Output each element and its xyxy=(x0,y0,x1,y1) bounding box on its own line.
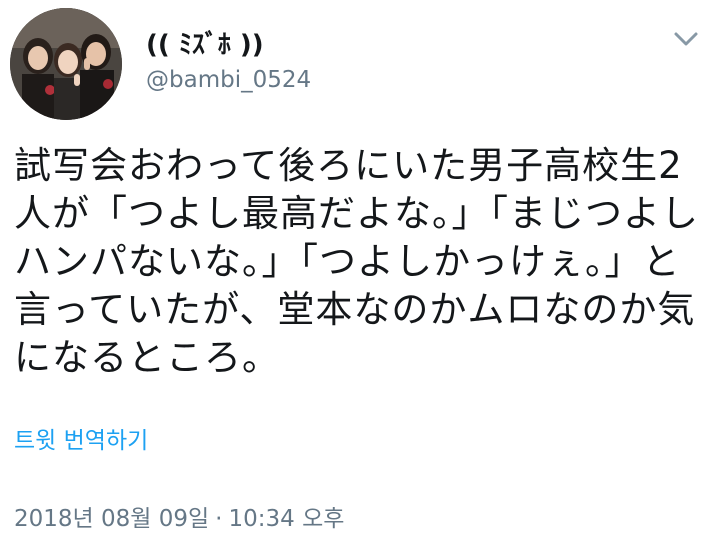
tweet-card: (( ﾐｽﾞﾎ )) @bambi_0524 試写会おわって後ろにいた男子高校生… xyxy=(0,0,720,549)
tweet-timestamp: 2018년 08월 09일 · 10:34 오후 xyxy=(14,504,344,534)
tweet-text: 試写会おわって後ろにいた男子高校生2人が「つよし最高だよな。」「まじつよしハンパ… xyxy=(14,144,699,379)
group-photo-avatar-icon xyxy=(10,8,122,120)
user-handle[interactable]: @bambi_0524 xyxy=(146,66,311,94)
translate-tweet-link[interactable]: 트윗 번역하기 xyxy=(14,426,148,456)
meta-separator: · xyxy=(215,506,223,532)
display-name[interactable]: (( ﾐｽﾞﾎ )) xyxy=(146,30,264,60)
avatar[interactable] xyxy=(10,8,122,120)
tweet-time: 10:34 오후 xyxy=(228,506,345,532)
chevron-down-icon[interactable] xyxy=(670,26,702,52)
tweet-date: 2018년 08월 09일 xyxy=(14,506,210,532)
